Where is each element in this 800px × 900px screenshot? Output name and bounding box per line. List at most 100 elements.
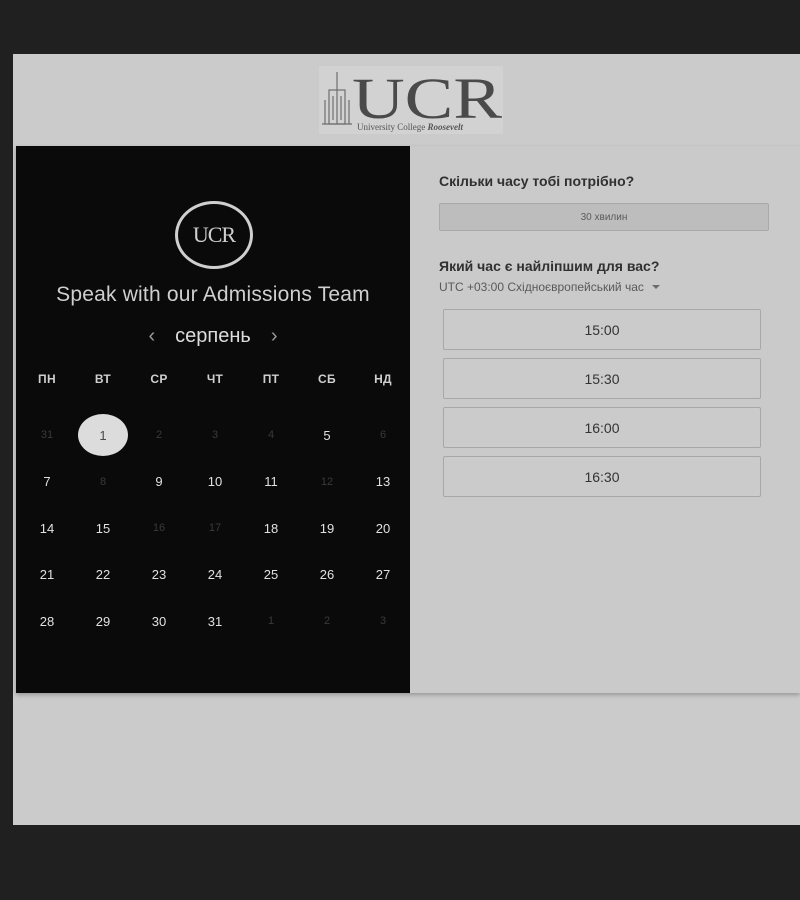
time-slot-button[interactable]: 16:30	[443, 456, 761, 497]
calendar-day: 3	[355, 598, 411, 645]
calendar-day-label: 12	[320, 475, 334, 488]
calendar-day-label: 2	[155, 429, 163, 442]
calendar-day[interactable]: 18	[243, 505, 299, 552]
weekday-label: НД	[374, 372, 392, 386]
calendar-day-label: 5	[323, 427, 331, 443]
calendar-day-label: 26	[319, 567, 335, 583]
calendar-day: 31	[19, 412, 75, 459]
weekday-header: ПН ВТ СР ЧТ ПТ СБ НД	[19, 372, 411, 392]
calendar-day[interactable]: 21	[19, 552, 75, 599]
calendar-day-label: 13	[375, 474, 391, 490]
calendar-day-label: 31	[207, 613, 223, 629]
calendar-day-label: 17	[208, 522, 222, 535]
caret-down-icon	[651, 285, 660, 289]
chevron-right-icon[interactable]: ›	[269, 326, 280, 346]
calendar-day-label: 3	[211, 429, 219, 442]
calendar-day-label: 3	[379, 615, 387, 628]
calendar-day[interactable]: 22	[75, 552, 131, 599]
calendar-day-label: 14	[39, 520, 55, 536]
chevron-left-icon[interactable]: ‹	[146, 326, 157, 346]
time-slot-button[interactable]: 15:30	[443, 358, 761, 399]
timezone-label: UTC +03:00 Східноєвропейський час	[439, 280, 644, 294]
calendar-day-label: 10	[207, 474, 223, 490]
calendar-day[interactable]: 11	[243, 459, 299, 506]
weekday-label: ЧТ	[206, 372, 224, 386]
calendar-days-grid: 31 1 2 3 4 5 6 7 8 9 10 11 12 13 14 15 16 17 18 19 20 21 22 23 2…	[19, 412, 411, 645]
calendar-day: 8	[75, 459, 131, 506]
weekday-label: ВТ	[94, 372, 112, 386]
badge-text: UCR	[192, 222, 236, 247]
ucr-badge-logo: UCR	[175, 201, 253, 269]
scheduling-panel: Скільки часу тобі потрібно? 30 хвилин Як…	[410, 146, 800, 693]
calendar-panel: UCR Speak with our Admissions Team ‹ сер…	[16, 146, 410, 693]
timezone-selector[interactable]: UTC +03:00 Східноєвропейський час	[439, 280, 660, 294]
time-slot-button[interactable]: 15:00	[443, 309, 761, 350]
calendar-day-label: 8	[99, 475, 107, 488]
calendar-day[interactable]: 13	[355, 459, 411, 506]
month-navigation: ‹ серпень ›	[16, 322, 410, 350]
calendar-day-label: 24	[207, 567, 223, 583]
calendar-day-label: 11	[264, 474, 278, 490]
calendar-day: 1	[243, 598, 299, 645]
calendar-day: 2	[299, 598, 355, 645]
calendar-day-label: 16	[152, 522, 166, 535]
calendar-day-label: 31	[40, 429, 54, 442]
calendar-day-label: 21	[39, 567, 55, 583]
calendar-day-label: 22	[95, 567, 111, 583]
duration-question: Скільки часу тобі потрібно?	[439, 173, 635, 189]
time-slot-list: 15:00 15:30 16:00 16:30	[443, 309, 761, 505]
calendar-day-label: 15	[95, 520, 111, 536]
time-question: Який час є найліпшим для вас?	[439, 258, 660, 274]
calendar-title: Speak with our Admissions Team	[56, 283, 370, 306]
calendar-day-label: 1	[267, 615, 275, 628]
calendar-day[interactable]: 23	[131, 552, 187, 599]
calendar-day[interactable]: 29	[75, 598, 131, 645]
calendar-day[interactable]: 14	[19, 505, 75, 552]
calendar-day-label: 9	[155, 474, 163, 490]
calendar-day[interactable]: 27	[355, 552, 411, 599]
calendar-day: 12	[299, 459, 355, 506]
calendar-day-label: 2	[323, 615, 331, 628]
calendar-day-label: 27	[375, 567, 391, 583]
calendar-day[interactable]: 7	[19, 459, 75, 506]
calendar-day[interactable]: 20	[355, 505, 411, 552]
calendar-day-label: 4	[267, 429, 275, 442]
weekday-label: СР	[150, 372, 168, 386]
weekday-label: ПН	[38, 372, 56, 386]
calendar-day-label: 25	[263, 567, 279, 583]
duration-select[interactable]: 30 хвилин	[439, 203, 769, 231]
calendar-day-label: 30	[151, 613, 167, 629]
calendar-day: 3	[187, 412, 243, 459]
calendar-day[interactable]: 25	[243, 552, 299, 599]
calendar-day[interactable]: 28	[19, 598, 75, 645]
calendar-day-label: 28	[39, 613, 55, 629]
weekday-label: СБ	[318, 372, 336, 386]
calendar-day[interactable]: 24	[187, 552, 243, 599]
calendar-day-label: 18	[263, 520, 279, 536]
calendar-day[interactable]: 31	[187, 598, 243, 645]
calendar-day[interactable]: 15	[75, 505, 131, 552]
calendar-day: 6	[355, 412, 411, 459]
calendar-day-label: 29	[95, 613, 111, 629]
calendar-day-label: 6	[379, 429, 387, 442]
calendar-day-selected[interactable]: 1	[75, 412, 131, 459]
calendar-day-label: 19	[319, 520, 335, 536]
calendar-day[interactable]: 30	[131, 598, 187, 645]
calendar-day: 16	[131, 505, 187, 552]
calendar-day[interactable]: 10	[187, 459, 243, 506]
calendar-day-label: 1	[99, 427, 107, 443]
calendar-day[interactable]: 19	[299, 505, 355, 552]
calendar-day: 4	[243, 412, 299, 459]
calendar-day[interactable]: 26	[299, 552, 355, 599]
calendar-day-label: 20	[375, 520, 391, 536]
ucr-logo: UCR University College Roosevelt	[319, 66, 503, 134]
calendar-day[interactable]: 5	[299, 412, 355, 459]
calendar-day: 2	[131, 412, 187, 459]
time-slot-button[interactable]: 16:00	[443, 407, 761, 448]
calendar-day[interactable]: 9	[131, 459, 187, 506]
calendar-day-label: 23	[151, 567, 167, 583]
calendar-day-label: 7	[43, 474, 51, 490]
ucr-logo-graphic: UCR University College Roosevelt	[319, 66, 503, 134]
booking-frame: UCR University College Roosevelt UCR Spe…	[13, 54, 800, 825]
logo-caption: University College Roosevelt	[357, 122, 463, 132]
